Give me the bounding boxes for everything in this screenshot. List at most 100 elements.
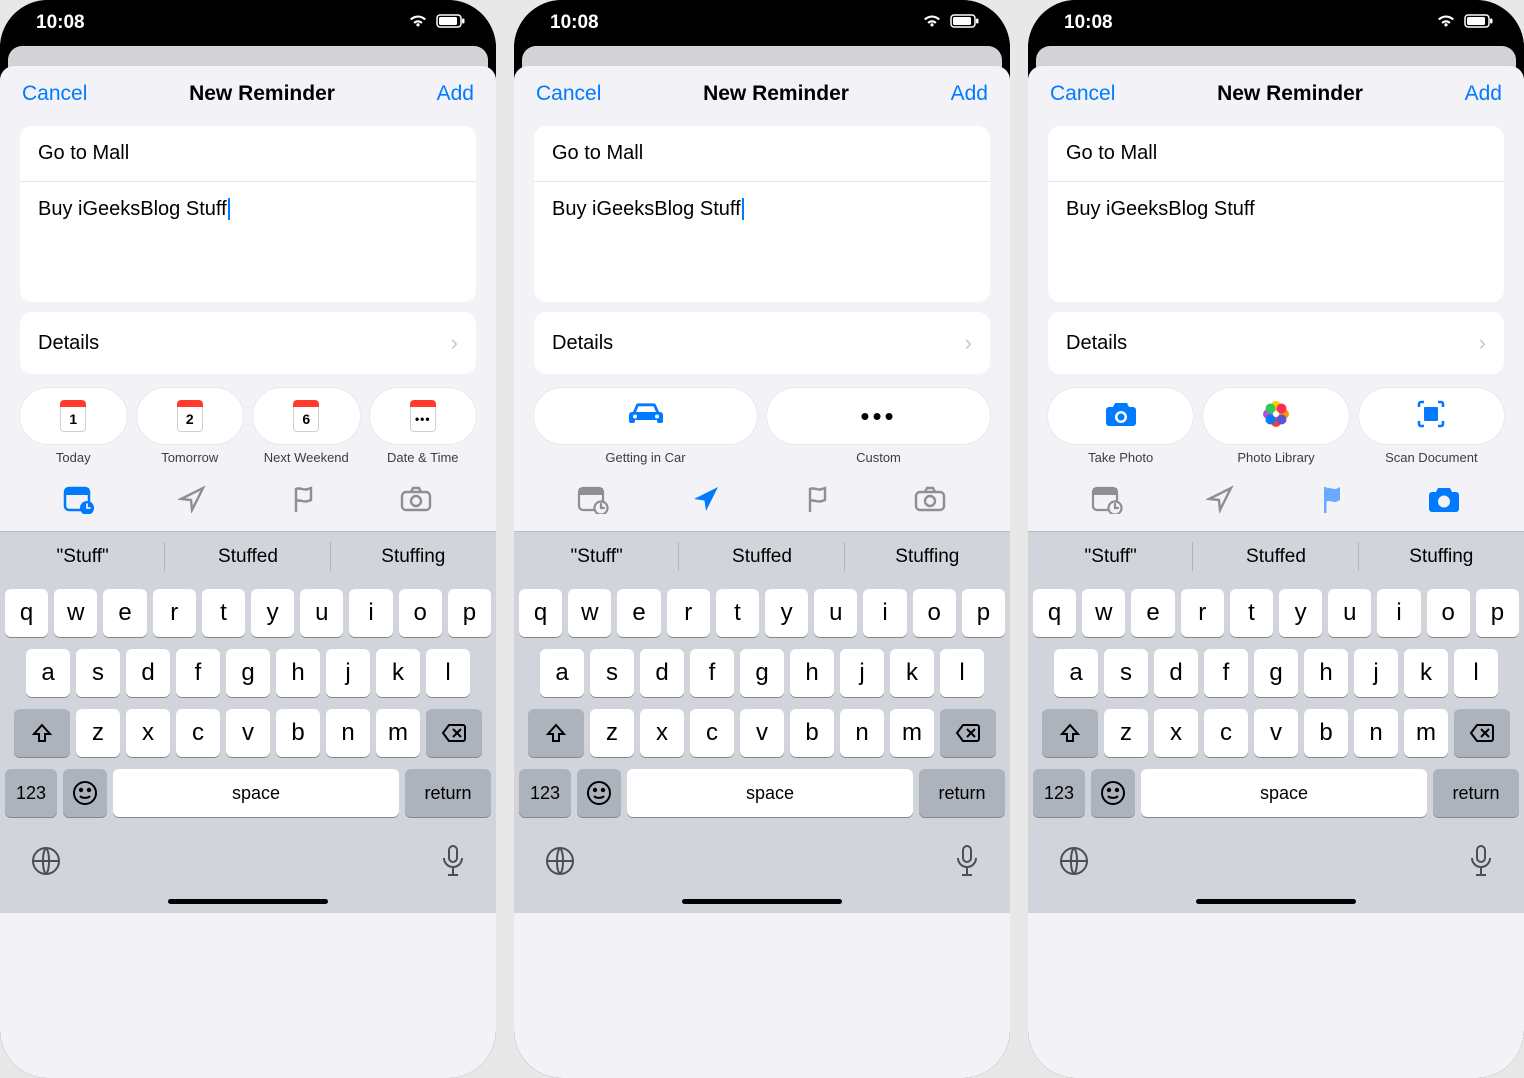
tab-flag[interactable] bbox=[276, 479, 332, 519]
cancel-button[interactable]: Cancel bbox=[1050, 82, 1115, 106]
key-w[interactable]: w bbox=[1082, 589, 1125, 637]
delete-key[interactable] bbox=[426, 709, 482, 757]
key-b[interactable]: b bbox=[790, 709, 834, 757]
key-g[interactable]: g bbox=[740, 649, 784, 697]
mic-icon[interactable] bbox=[440, 844, 466, 883]
suggestion-1[interactable]: "Stuff" bbox=[1028, 532, 1193, 581]
quick-photo-library[interactable] bbox=[1203, 388, 1348, 444]
key-s[interactable]: s bbox=[76, 649, 120, 697]
key-n[interactable]: n bbox=[840, 709, 884, 757]
key-h[interactable]: h bbox=[790, 649, 834, 697]
suggestion-1[interactable]: "Stuff" bbox=[514, 532, 679, 581]
details-row[interactable]: Details › bbox=[20, 312, 476, 374]
home-indicator[interactable] bbox=[0, 897, 496, 913]
key-i[interactable]: i bbox=[349, 589, 392, 637]
numbers-key[interactable]: 123 bbox=[519, 769, 571, 817]
key-u[interactable]: u bbox=[1328, 589, 1371, 637]
mic-icon[interactable] bbox=[954, 844, 980, 883]
reminder-notes-input[interactable]: Buy iGeeksBlog Stuff bbox=[1048, 182, 1504, 302]
key-d[interactable]: d bbox=[1154, 649, 1198, 697]
return-key[interactable]: return bbox=[919, 769, 1005, 817]
suggestion-2[interactable]: Stuffed bbox=[1193, 532, 1358, 581]
key-s[interactable]: s bbox=[590, 649, 634, 697]
globe-icon[interactable] bbox=[544, 845, 576, 882]
key-a[interactable]: a bbox=[1054, 649, 1098, 697]
globe-icon[interactable] bbox=[1058, 845, 1090, 882]
key-k[interactable]: k bbox=[376, 649, 420, 697]
key-t[interactable]: t bbox=[202, 589, 245, 637]
key-l[interactable]: l bbox=[940, 649, 984, 697]
quick-scan-document[interactable] bbox=[1359, 388, 1504, 444]
key-w[interactable]: w bbox=[54, 589, 97, 637]
key-n[interactable]: n bbox=[326, 709, 370, 757]
home-indicator[interactable] bbox=[514, 897, 1010, 913]
suggestion-2[interactable]: Stuffed bbox=[165, 532, 330, 581]
key-j[interactable]: j bbox=[326, 649, 370, 697]
key-v[interactable]: v bbox=[226, 709, 270, 757]
cancel-button[interactable]: Cancel bbox=[536, 82, 601, 106]
space-key[interactable]: space bbox=[627, 769, 913, 817]
key-r[interactable]: r bbox=[153, 589, 196, 637]
key-e[interactable]: e bbox=[1131, 589, 1174, 637]
key-l[interactable]: l bbox=[1454, 649, 1498, 697]
key-q[interactable]: q bbox=[5, 589, 48, 637]
key-a[interactable]: a bbox=[26, 649, 70, 697]
details-row[interactable]: Details › bbox=[1048, 312, 1504, 374]
key-h[interactable]: h bbox=[276, 649, 320, 697]
key-p[interactable]: p bbox=[1476, 589, 1519, 637]
key-w[interactable]: w bbox=[568, 589, 611, 637]
key-q[interactable]: q bbox=[519, 589, 562, 637]
key-r[interactable]: r bbox=[667, 589, 710, 637]
key-i[interactable]: i bbox=[1377, 589, 1420, 637]
suggestion-2[interactable]: Stuffed bbox=[679, 532, 844, 581]
home-indicator[interactable] bbox=[1028, 897, 1524, 913]
tab-date[interactable] bbox=[566, 479, 622, 519]
key-t[interactable]: t bbox=[716, 589, 759, 637]
key-c[interactable]: c bbox=[176, 709, 220, 757]
tab-date[interactable] bbox=[52, 479, 108, 519]
return-key[interactable]: return bbox=[1433, 769, 1519, 817]
key-g[interactable]: g bbox=[226, 649, 270, 697]
quick-datetime[interactable]: ••• bbox=[370, 388, 477, 444]
suggestion-1[interactable]: "Stuff" bbox=[0, 532, 165, 581]
quick-next-weekend[interactable]: 6 bbox=[253, 388, 360, 444]
key-c[interactable]: c bbox=[690, 709, 734, 757]
key-q[interactable]: q bbox=[1033, 589, 1076, 637]
key-s[interactable]: s bbox=[1104, 649, 1148, 697]
tab-camera[interactable] bbox=[1416, 479, 1472, 519]
key-g[interactable]: g bbox=[1254, 649, 1298, 697]
reminder-notes-input[interactable]: Buy iGeeksBlog Stuff bbox=[20, 182, 476, 302]
key-y[interactable]: y bbox=[765, 589, 808, 637]
emoji-key[interactable] bbox=[1091, 769, 1135, 817]
key-e[interactable]: e bbox=[617, 589, 660, 637]
reminder-title-input[interactable]: Go to Mall bbox=[20, 126, 476, 182]
key-x[interactable]: x bbox=[126, 709, 170, 757]
quick-today[interactable]: 1 bbox=[20, 388, 127, 444]
tab-flag[interactable] bbox=[1304, 479, 1360, 519]
tab-location[interactable] bbox=[1192, 479, 1248, 519]
key-m[interactable]: m bbox=[1404, 709, 1448, 757]
key-k[interactable]: k bbox=[890, 649, 934, 697]
key-y[interactable]: y bbox=[251, 589, 294, 637]
shift-key[interactable] bbox=[1042, 709, 1098, 757]
globe-icon[interactable] bbox=[30, 845, 62, 882]
key-m[interactable]: m bbox=[376, 709, 420, 757]
reminder-title-input[interactable]: Go to Mall bbox=[1048, 126, 1504, 182]
delete-key[interactable] bbox=[1454, 709, 1510, 757]
key-d[interactable]: d bbox=[640, 649, 684, 697]
key-v[interactable]: v bbox=[1254, 709, 1298, 757]
shift-key[interactable] bbox=[528, 709, 584, 757]
quick-tomorrow[interactable]: 2 bbox=[137, 388, 244, 444]
key-r[interactable]: r bbox=[1181, 589, 1224, 637]
key-b[interactable]: b bbox=[276, 709, 320, 757]
key-f[interactable]: f bbox=[690, 649, 734, 697]
tab-camera[interactable] bbox=[388, 479, 444, 519]
key-x[interactable]: x bbox=[640, 709, 684, 757]
key-v[interactable]: v bbox=[740, 709, 784, 757]
key-z[interactable]: z bbox=[590, 709, 634, 757]
emoji-key[interactable] bbox=[63, 769, 107, 817]
suggestion-3[interactable]: Stuffing bbox=[331, 532, 496, 581]
add-button[interactable]: Add bbox=[437, 82, 474, 106]
shift-key[interactable] bbox=[14, 709, 70, 757]
return-key[interactable]: return bbox=[405, 769, 491, 817]
